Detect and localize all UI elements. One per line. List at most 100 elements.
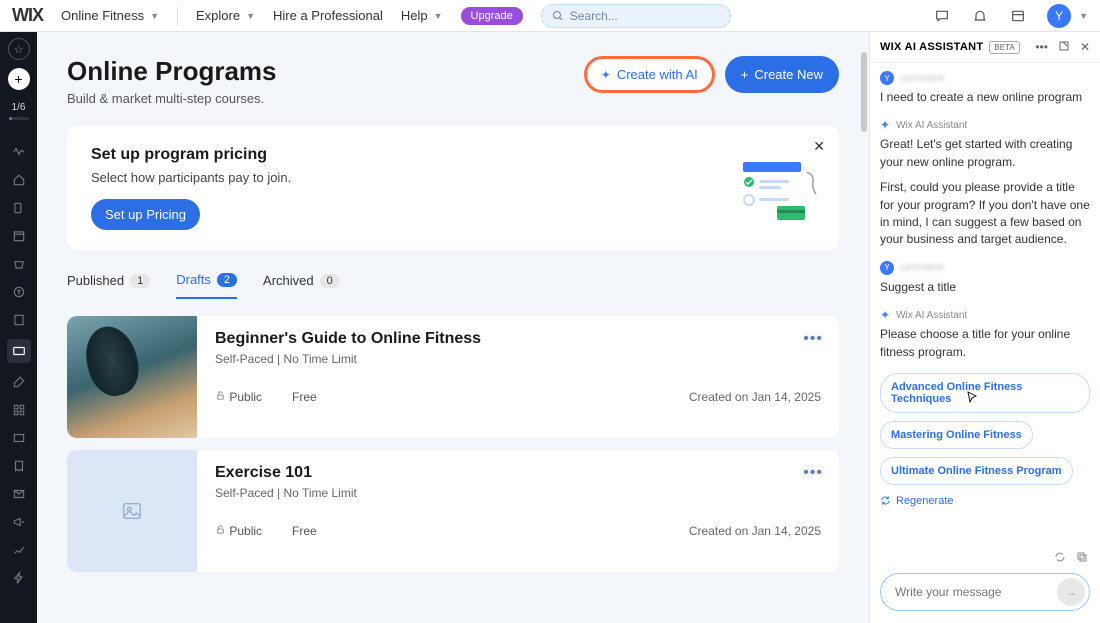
setup-progress (9, 117, 29, 120)
program-meta: Self-Paced | No Time Limit (215, 352, 821, 366)
sidebar-money-icon[interactable] (10, 283, 28, 301)
message-text: Suggest a title (880, 279, 1090, 296)
setup-card-title: Set up program pricing (91, 146, 291, 164)
send-button[interactable]: → (1057, 578, 1085, 606)
setup-pricing-card: Set up program pricing Select how partic… (67, 126, 839, 250)
user-avatar: Y (880, 261, 894, 275)
message-text: I need to create a new online program (880, 89, 1090, 106)
suggestion-button[interactable]: Advanced Online Fitness Techniques (880, 373, 1090, 413)
main-content: Online Programs Build & market multi-ste… (37, 32, 869, 623)
sidebar-home-icon[interactable] (10, 171, 28, 189)
sidebar-inbox-icon[interactable] (10, 485, 28, 503)
tabs: Published1 Drafts2 Archived0 (67, 272, 839, 300)
cursor-icon (964, 389, 980, 407)
user-message: Yusername Suggest a title (880, 261, 1090, 296)
create-with-ai-button[interactable]: ✦ Create with AI (584, 56, 715, 93)
sidebar-store-icon[interactable] (10, 255, 28, 273)
sidebar-activity-icon[interactable] (10, 143, 28, 161)
nav-help[interactable]: Help▼ (401, 8, 443, 23)
sidebar-programs-icon[interactable] (7, 339, 31, 363)
message-text: Please choose a title for your online fi… (880, 326, 1090, 361)
program-title: Beginner's Guide to Online Fitness (215, 330, 821, 348)
search-icon (552, 10, 564, 22)
visibility: Public (215, 524, 262, 538)
visibility: Public (215, 390, 262, 404)
sparkle-icon: ✦ (601, 68, 611, 82)
ai-message: ✦Wix AI Assistant Please choose a title … (880, 308, 1090, 361)
setup-counter: 1/6 (12, 102, 26, 113)
sidebar-dev-icon[interactable] (10, 199, 28, 217)
avatar: Y (1047, 4, 1071, 28)
sparkle-icon: ✦ (880, 118, 890, 132)
sidebar-invoices-icon[interactable] (10, 457, 28, 475)
ai-title: WIX AI ASSISTANT (880, 41, 983, 53)
more-icon[interactable]: ••• (803, 330, 823, 348)
topbar-icons: Y ▼ (933, 4, 1088, 28)
search-placeholder: Search... (570, 9, 618, 23)
create-new-button[interactable]: + Create New (725, 56, 839, 93)
ai-assistant-panel: WIX AI ASSISTANT BETA ••• ✕ Yusername I … (869, 32, 1100, 623)
price: Free (292, 390, 317, 404)
regenerate-button[interactable]: Regenerate (880, 495, 1090, 507)
suggestion-button[interactable]: Mastering Online Fitness (880, 421, 1033, 449)
wix-logo[interactable]: WIX (12, 5, 43, 26)
bell-icon[interactable] (971, 7, 989, 25)
program-row[interactable]: Exercise 101 Self-Paced | No Time Limit … (67, 450, 839, 572)
add-button[interactable]: + (8, 68, 30, 90)
refresh-icon[interactable] (1054, 551, 1066, 563)
nav-explore[interactable]: Explore▼ (196, 8, 255, 23)
search-input[interactable]: Search... (541, 4, 731, 28)
sidebar-megaphone-icon[interactable] (10, 513, 28, 531)
price: Free (292, 524, 317, 538)
star-icon[interactable]: ☆ (8, 38, 30, 60)
user-message: Yusername I need to create a new online … (880, 71, 1090, 106)
message-text: First, could you please provide a title … (880, 179, 1090, 249)
ai-message-input[interactable]: → (880, 573, 1090, 611)
user-avatar: Y (880, 71, 894, 85)
more-icon[interactable]: ••• (1035, 40, 1048, 54)
plus-icon: + (741, 67, 749, 82)
program-image-placeholder (67, 450, 197, 572)
page-title: Online Programs (67, 56, 277, 87)
tab-archived[interactable]: Archived0 (263, 272, 340, 299)
sidebar-lightning-icon[interactable] (10, 569, 28, 587)
message-text: Great! Let's get started with creating y… (880, 136, 1090, 171)
pricing-illustration (735, 158, 815, 218)
created-date: Created on Jan 14, 2025 (689, 390, 821, 404)
program-title: Exercise 101 (215, 464, 821, 482)
created-date: Created on Jan 14, 2025 (689, 524, 821, 538)
sidebar-analytics-icon[interactable] (10, 541, 28, 559)
program-row[interactable]: Beginner's Guide to Online Fitness Self-… (67, 316, 839, 438)
nav-hire[interactable]: Hire a Professional (273, 8, 383, 23)
chat-icon[interactable] (933, 7, 951, 25)
sidebar-contacts-icon[interactable] (10, 311, 28, 329)
sidebar-calendar-icon[interactable] (10, 227, 28, 245)
sidebar-brush-icon[interactable] (10, 373, 28, 391)
more-icon[interactable]: ••• (803, 464, 823, 482)
suggestion-button[interactable]: Ultimate Online Fitness Program (880, 457, 1073, 485)
beta-badge: BETA (989, 41, 1019, 54)
setup-card-subtitle: Select how participants pay to join. (91, 170, 291, 185)
left-sidebar: ☆ + 1/6 (0, 32, 37, 623)
tab-drafts[interactable]: Drafts2 (176, 272, 237, 299)
sparkle-icon: ✦ (880, 308, 890, 322)
message-field[interactable] (895, 585, 1057, 599)
page-subtitle: Build & market multi-step courses. (67, 91, 277, 106)
close-icon[interactable]: ✕ (813, 138, 825, 155)
user-menu[interactable]: Y ▼ (1047, 4, 1088, 28)
site-name-dropdown[interactable]: Online Fitness▼ (61, 8, 159, 23)
upgrade-button[interactable]: Upgrade (461, 7, 523, 25)
sidebar-code-icon[interactable] (10, 429, 28, 447)
scrollbar[interactable] (861, 52, 867, 132)
expand-icon[interactable] (1058, 40, 1070, 54)
copy-icon[interactable] (1076, 551, 1088, 563)
chevron-down-icon: ▼ (1079, 11, 1088, 21)
setup-pricing-button[interactable]: Set up Pricing (91, 199, 200, 230)
tab-published[interactable]: Published1 (67, 272, 150, 299)
grid-icon[interactable] (1009, 7, 1027, 25)
program-image (67, 316, 197, 438)
ai-panel-header: WIX AI ASSISTANT BETA ••• ✕ (870, 32, 1100, 63)
ai-footer-icons (870, 547, 1100, 567)
sidebar-apps-icon[interactable] (10, 401, 28, 419)
close-icon[interactable]: ✕ (1080, 40, 1090, 54)
